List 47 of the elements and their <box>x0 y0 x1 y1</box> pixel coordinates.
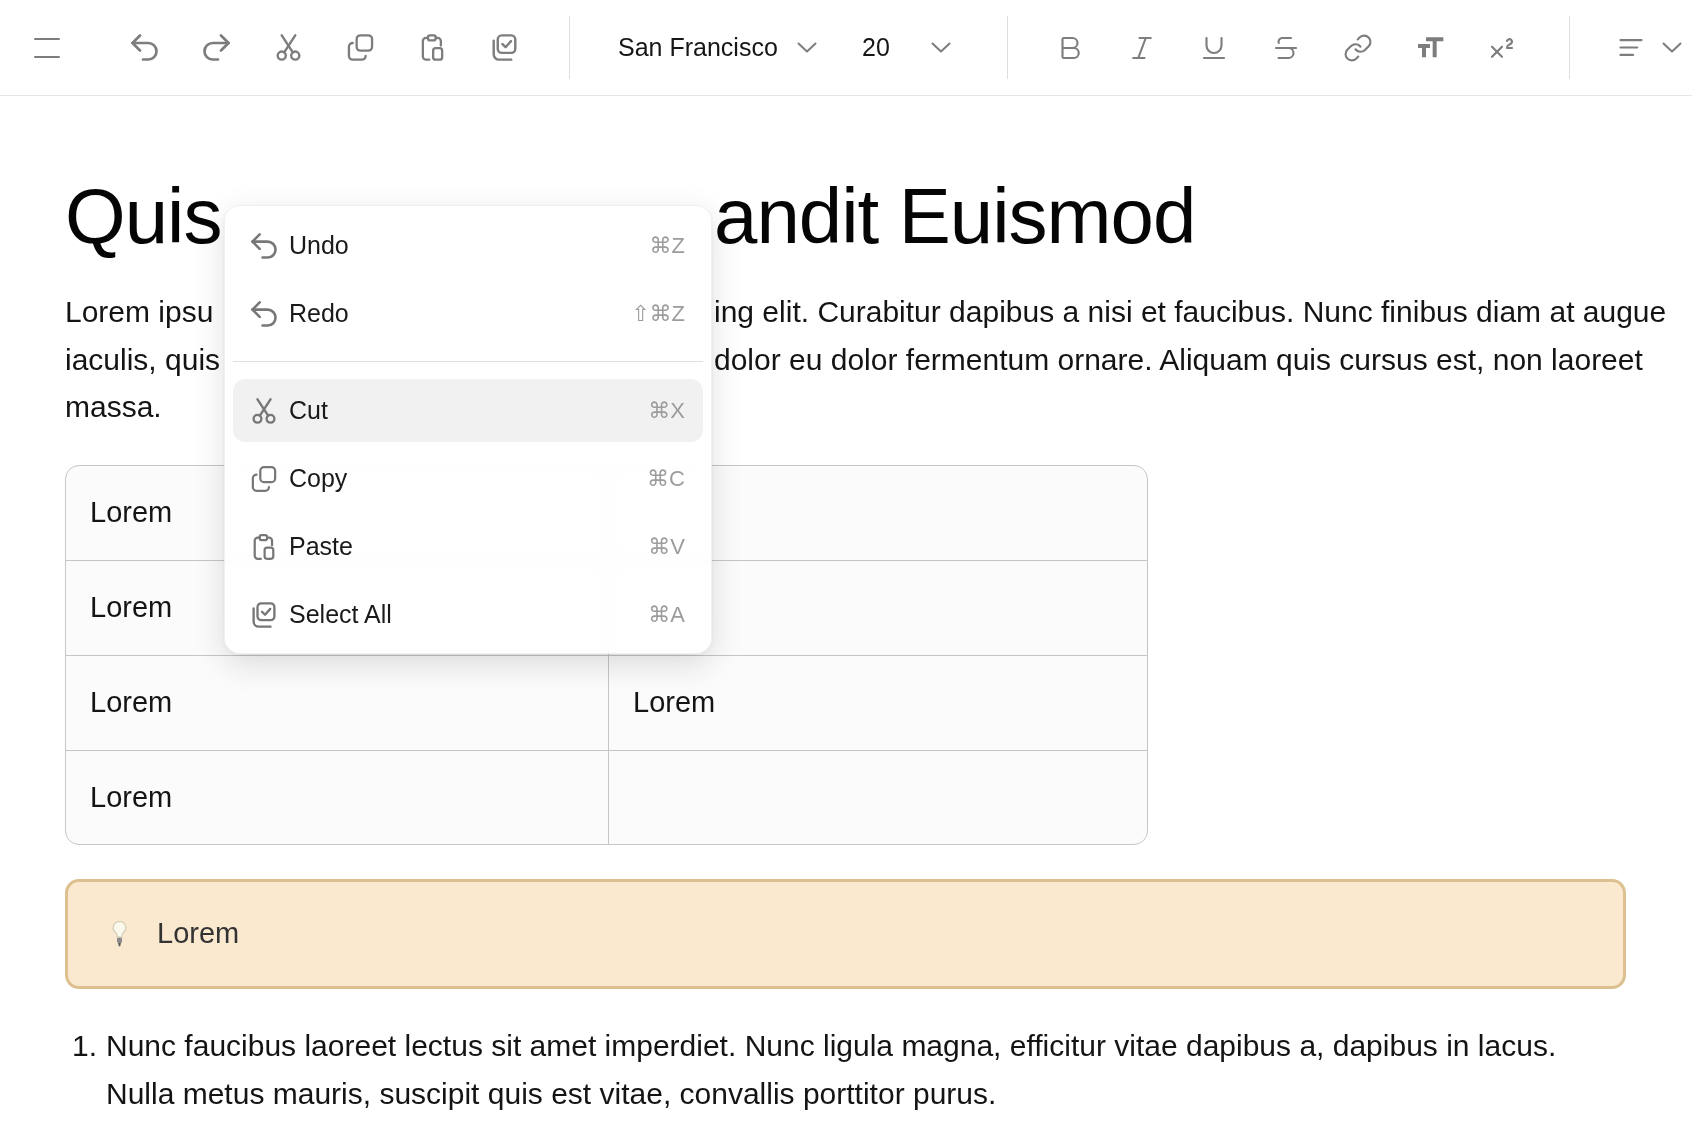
keyboard-shortcut: ⌘A <box>648 601 685 628</box>
keyboard-shortcut: ⌘Z <box>649 232 685 259</box>
select-all-icon <box>490 34 518 61</box>
table-cell: Lorem <box>90 591 173 624</box>
redo-icon <box>202 34 230 61</box>
menu-icon <box>34 37 60 58</box>
chevron-down-icon <box>931 42 951 53</box>
menu-item[interactable]: Paste ⌘V <box>233 515 703 578</box>
list-item-text: Nunc faucibus laoreet lectus sit amet imperdiet. Nunc ligula magna, efficitur vitae dapibus a, dapibus in lacus. Nulla metus mauris, suscipit quis est vitae, convallis porttitor purus. <box>106 1027 1558 1112</box>
body-text: dolor eu dolor fermentum ornare. Aliquam quis cursus est, non laoreet <box>714 341 1643 378</box>
table-cell: Lorem <box>90 780 173 814</box>
body-text: Lorem ipsu <box>65 294 214 330</box>
document-title: Quis <box>65 171 222 262</box>
body-text: massa. <box>65 389 162 425</box>
menu-item[interactable]: Undo ⌘Z <box>233 214 703 277</box>
callout-text: Lorem <box>157 917 240 950</box>
menu-item[interactable]: Cut ⌘X <box>233 379 703 442</box>
chevron-down-icon <box>797 42 817 53</box>
menu-item[interactable]: Redo ⇧⌘Z <box>233 282 703 345</box>
lightbulb-icon <box>112 920 127 947</box>
clipboard-icon <box>251 533 277 560</box>
undo-icon <box>130 34 158 61</box>
menu-item[interactable]: Select All ⌘A <box>233 583 703 646</box>
undo-icon <box>251 232 277 259</box>
keyboard-shortcut: ⌘X <box>648 397 685 424</box>
copy-icon <box>346 34 374 61</box>
document-title: andit Euismod <box>714 171 1196 262</box>
scissors-icon <box>251 397 277 424</box>
font-size-dropdown[interactable]: 20 <box>862 25 951 70</box>
align-left-icon <box>1618 38 1644 57</box>
table-cell: Lorem <box>90 496 173 529</box>
scissors-icon <box>274 34 302 61</box>
keyboard-shortcut: ⌘V <box>648 533 685 560</box>
keyboard-shortcut: ⌘C <box>647 465 685 492</box>
table-cell: Lorem <box>633 686 716 719</box>
copy-icon <box>251 465 277 492</box>
font-family-dropdown[interactable]: San Francisco <box>618 25 817 70</box>
table-cell: Lorem <box>90 686 173 719</box>
list-number: 1. <box>71 1027 97 1064</box>
body-text: ing elit. Curabitur dapibus a nisi et faucibus. Nunc finibus diam at augue <box>714 294 1667 330</box>
link-icon <box>1343 32 1373 63</box>
undo-icon <box>251 300 277 327</box>
keyboard-shortcut: ⇧⌘Z <box>631 300 685 327</box>
body-text: iaculis, quis <box>65 341 221 378</box>
chevron-down-icon <box>1662 42 1682 53</box>
menu-item[interactable]: Copy ⌘C <box>233 447 703 510</box>
select-all-icon <box>251 601 277 628</box>
